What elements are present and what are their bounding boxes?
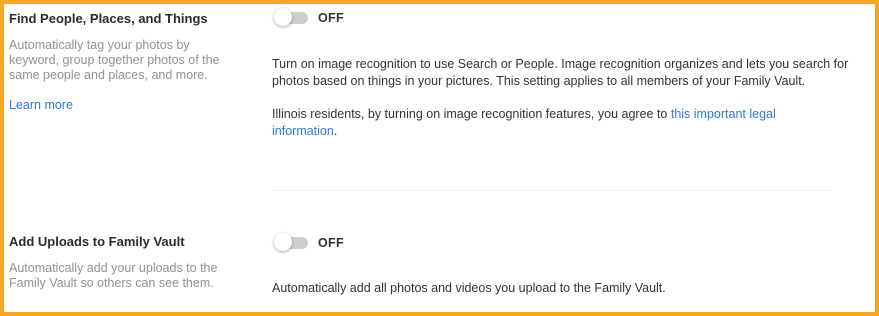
image-recognition-info: Find People, Places, and Things Automati… xyxy=(9,11,239,114)
image-recognition-body: Turn on image recognition to use Search … xyxy=(272,57,849,88)
legal-notice: Illinois residents, by turning on image … xyxy=(272,106,832,140)
legal-notice-text: Illinois residents, by turning on image … xyxy=(272,107,671,121)
learn-more-link[interactable]: Learn more xyxy=(9,98,73,113)
legal-notice-suffix: . xyxy=(333,124,338,138)
section-description: Automatically add your uploads to the Fa… xyxy=(9,261,218,290)
image-recognition-toggle[interactable] xyxy=(272,8,310,28)
toggle-state-label: OFF xyxy=(318,11,344,25)
section-divider xyxy=(272,190,832,191)
image-recognition-toggle-group: OFF xyxy=(272,8,344,28)
toggle-knob xyxy=(274,8,292,26)
section-title: Find People, Places, and Things xyxy=(9,11,208,26)
settings-panel: Find People, Places, and Things Automati… xyxy=(0,0,879,316)
add-uploads-info: Add Uploads to Family Vault Automaticall… xyxy=(9,234,239,291)
section-description: Automatically tag your photos by keyword… xyxy=(9,38,220,82)
toggle-knob xyxy=(274,233,292,251)
add-uploads-toggle[interactable] xyxy=(272,233,310,253)
add-uploads-body: Automatically add all photos and videos … xyxy=(272,281,666,295)
section-title: Add Uploads to Family Vault xyxy=(9,234,185,249)
add-uploads-toggle-group: OFF xyxy=(272,233,344,253)
toggle-state-label: OFF xyxy=(318,236,344,250)
